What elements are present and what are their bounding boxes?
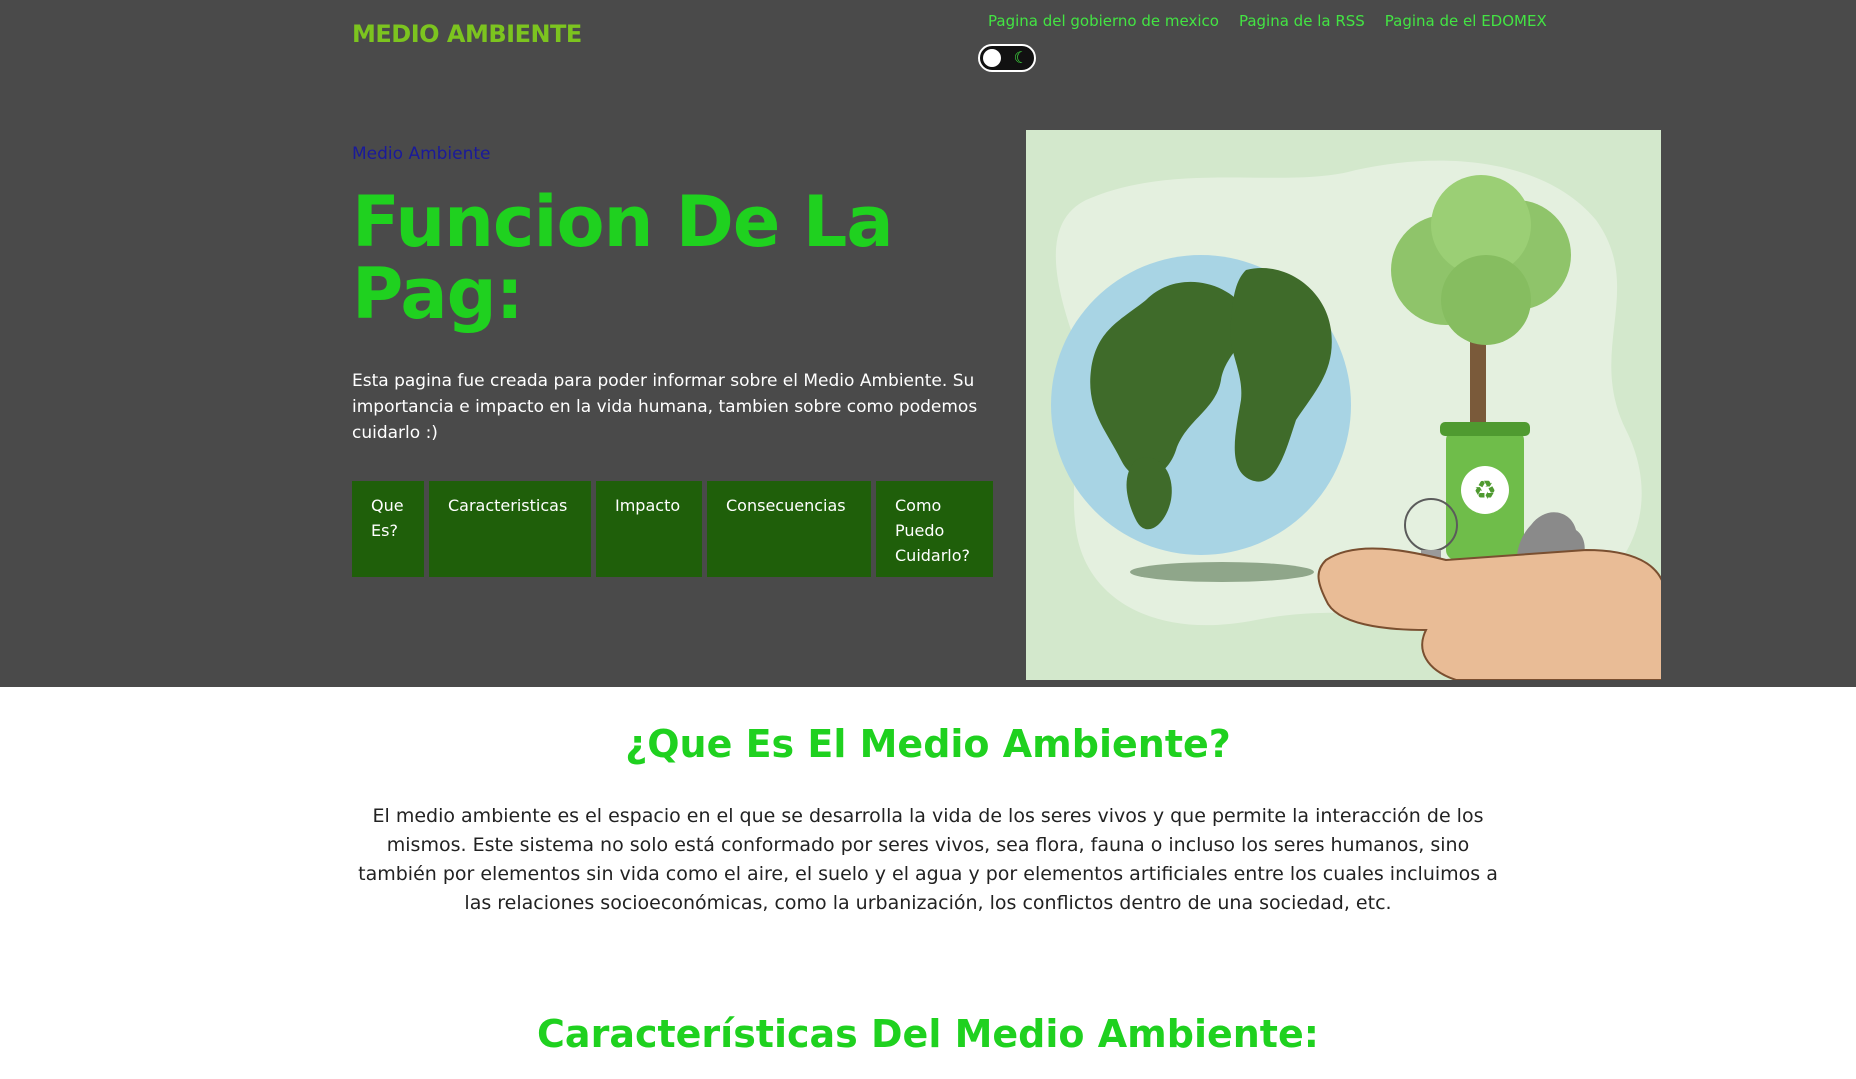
- section-body-que-es: El medio ambiente es el espacio en el qu…: [358, 805, 1498, 914]
- impacto-button[interactable]: Impacto: [596, 481, 702, 577]
- hero-section: MEDIO AMBIENTE Pagina del gobierno de me…: [0, 0, 1856, 687]
- como-cuidarlo-button[interactable]: Como Puedo Cuidarlo?: [876, 481, 993, 577]
- section-nav-buttons: Que Es? Caracteristicas Impacto Consecue…: [352, 481, 993, 577]
- top-nav: Pagina del gobierno de mexico Pagina de …: [988, 12, 1547, 30]
- earth-tree-recycling-illustration: ♻: [1026, 130, 1661, 680]
- consecuencias-button[interactable]: Consecuencias: [707, 481, 871, 577]
- section-title-caracteristicas: Características Del Medio Ambiente:: [537, 1012, 1319, 1056]
- link-edomex[interactable]: Pagina de el EDOMEX: [1385, 12, 1547, 30]
- link-rss[interactable]: Pagina de la RSS: [1239, 12, 1365, 30]
- recycle-bin-lid: [1440, 422, 1530, 436]
- link-gobierno-mexico[interactable]: Pagina del gobierno de mexico: [988, 12, 1219, 30]
- theme-toggle[interactable]: ☾: [978, 44, 1036, 72]
- hero-kicker: Medio Ambiente: [352, 144, 491, 164]
- toggle-knob: [983, 49, 1001, 67]
- illustration-svg: ♻: [1051, 160, 1661, 680]
- section-title-que-es: ¿Que Es El Medio Ambiente?: [625, 722, 1231, 766]
- brand-logo-text[interactable]: MEDIO AMBIENTE: [352, 20, 582, 48]
- caracteristicas-button[interactable]: Caracteristicas: [429, 481, 591, 577]
- section-que-es: ¿Que Es El Medio Ambiente?: [0, 722, 1856, 766]
- tree-canopy-bottom: [1441, 255, 1531, 345]
- que-es-button[interactable]: Que Es?: [352, 481, 424, 577]
- hero-description: Esta pagina fue creada para poder inform…: [352, 371, 978, 443]
- hand-icon: [1317, 547, 1661, 680]
- hero-title: Funcion De La Pag:: [352, 181, 894, 335]
- globe-shadow: [1130, 562, 1314, 582]
- moon-icon: ☾: [1013, 48, 1028, 67]
- section-caracteristicas: Características Del Medio Ambiente:: [0, 1012, 1856, 1056]
- recycle-icon: ♻: [1473, 476, 1496, 506]
